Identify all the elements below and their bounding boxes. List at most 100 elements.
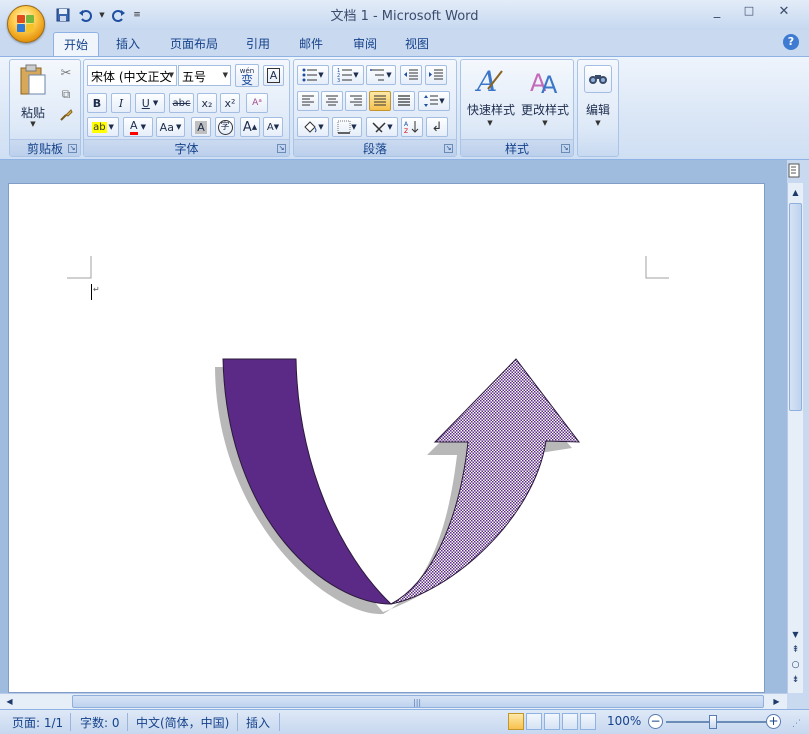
draft-view-button[interactable] — [580, 713, 596, 730]
subscript-button[interactable]: x₂ — [197, 93, 217, 113]
tab-home[interactable]: 开始 — [53, 32, 100, 56]
outline-view-button[interactable] — [562, 713, 578, 730]
tab-insert[interactable]: 插入 — [106, 32, 150, 56]
numbering-button[interactable]: 1 2 3 ▼ — [332, 65, 364, 85]
font-name-combo[interactable]: 宋体 (中文正文 ▼ — [87, 65, 177, 86]
help-icon[interactable]: ? — [783, 34, 799, 50]
tab-view[interactable]: 视图 — [395, 32, 439, 56]
phonetic-guide-button[interactable]: wén 变 — [235, 64, 259, 87]
change-case-icon: Aa — [159, 120, 174, 134]
chinese-layout-button[interactable]: ▼ — [366, 117, 398, 137]
zoom-in-icon[interactable]: + — [766, 714, 781, 729]
change-styles-icon: A A — [530, 69, 558, 97]
scroll-up-icon[interactable]: ▲ — [789, 186, 802, 200]
maximize-button[interactable]: □ — [735, 4, 763, 22]
change-styles-button[interactable]: A A 更改样式 ▼ — [518, 63, 572, 135]
previous-page-icon[interactable]: ⇞ — [789, 643, 802, 657]
svg-text:A: A — [404, 121, 409, 128]
justify-button[interactable] — [369, 91, 391, 111]
change-case-button[interactable]: Aa ▼ — [156, 117, 185, 137]
paragraph-mark-icon: ↲ — [431, 119, 443, 135]
zoom-slider-thumb[interactable] — [709, 715, 717, 729]
character-shading-button[interactable]: A — [191, 117, 211, 137]
status-bar: 页面: 1/1 字数: 0 中文(简体，中国) 插入 100% − + ⋰ — [0, 709, 809, 734]
scroll-right-icon[interactable]: ▶ — [770, 695, 783, 709]
line-spacing-icon — [424, 95, 439, 107]
dialog-launcher-icon[interactable]: ↘ — [444, 144, 453, 153]
zoom-out-icon[interactable]: − — [648, 714, 663, 729]
decrease-indent-button[interactable] — [400, 65, 422, 85]
align-left-button[interactable] — [297, 91, 319, 111]
editing-group: 编辑 ▼ — [577, 59, 619, 157]
font-color-button[interactable]: A ▼ — [123, 117, 153, 137]
tab-references[interactable]: 引用 — [236, 32, 280, 56]
language-indicator[interactable]: 中文(简体，中国) — [136, 714, 229, 731]
bullets-button[interactable]: ▼ — [297, 65, 329, 85]
resize-grip-icon[interactable]: ⋰ — [792, 719, 801, 729]
page-count[interactable]: 页面: 1/1 — [12, 714, 63, 731]
underline-button[interactable]: U ▼ — [135, 93, 165, 113]
align-right-button[interactable] — [345, 91, 367, 111]
cut-button[interactable]: ✂ — [56, 63, 76, 83]
close-button[interactable]: ✕ — [770, 4, 798, 22]
grow-font-icon: A — [242, 119, 252, 135]
copy-button[interactable]: ⧉ — [56, 84, 76, 104]
u-turn-arrow-shape[interactable] — [9, 184, 766, 694]
character-shading-icon: A — [195, 120, 207, 134]
format-painter-button[interactable] — [56, 105, 76, 125]
insert-mode-indicator[interactable]: 插入 — [246, 714, 270, 731]
paste-button[interactable]: 粘贴 ▼ — [14, 64, 52, 132]
ruler-toggle-button[interactable] — [788, 163, 804, 181]
bold-button[interactable]: B — [87, 93, 107, 113]
borders-button[interactable]: ▼ — [332, 117, 362, 137]
line-spacing-button[interactable]: ▼ — [418, 91, 450, 111]
tab-mailings[interactable]: 邮件 — [289, 32, 333, 56]
clear-formatting-button[interactable]: Aᵃ — [246, 93, 268, 113]
chevron-down-icon: ▼ — [542, 119, 548, 127]
dialog-launcher-icon[interactable]: ↘ — [68, 144, 77, 153]
italic-button[interactable]: I — [111, 93, 131, 113]
horizontal-scroll-thumb[interactable]: ||| — [72, 695, 764, 708]
strikethrough-button[interactable]: abc — [169, 93, 194, 113]
tab-page-layout[interactable]: 页面布局 — [160, 32, 228, 56]
tab-review[interactable]: 审阅 — [343, 32, 387, 56]
full-screen-reading-view-button[interactable] — [526, 713, 542, 730]
character-border-button[interactable]: A — [263, 65, 284, 86]
shading-button[interactable]: ▼ — [297, 117, 329, 137]
enclose-characters-button[interactable]: 字 — [215, 117, 235, 137]
vertical-scrollbar[interactable]: ▲ ▼ ⇞ ○ ⇟ — [787, 183, 803, 693]
sort-button[interactable]: AZ — [401, 117, 423, 137]
editing-button[interactable]: 编辑 ▼ — [580, 63, 616, 153]
phonetic-char: 变 — [240, 72, 253, 87]
show-marks-button[interactable]: ↲ — [426, 117, 448, 137]
superscript-button[interactable]: x² — [220, 93, 240, 113]
highlight-button[interactable]: ab ▼ — [87, 117, 119, 137]
document-page[interactable]: ↵ — [8, 183, 765, 693]
chevron-down-icon: ▼ — [353, 71, 359, 79]
print-layout-view-button[interactable] — [508, 713, 524, 730]
scroll-down-icon[interactable]: ▼ — [789, 628, 802, 642]
svg-text:3: 3 — [337, 78, 340, 82]
scroll-left-icon[interactable]: ◀ — [3, 695, 16, 709]
shrink-font-button[interactable]: A ▼ — [263, 117, 283, 137]
increase-indent-button[interactable] — [425, 65, 447, 85]
align-center-button[interactable] — [321, 91, 343, 111]
distributed-button[interactable] — [393, 91, 415, 111]
dialog-launcher-icon[interactable]: ↘ — [277, 144, 286, 153]
grow-font-button[interactable]: A ▲ — [240, 117, 260, 137]
office-button[interactable] — [7, 5, 45, 43]
multilevel-list-button[interactable]: ▼ — [366, 65, 396, 85]
minimize-button[interactable]: _ — [703, 4, 731, 22]
word-count[interactable]: 字数: 0 — [80, 714, 120, 731]
vertical-scroll-thumb[interactable] — [789, 203, 802, 411]
font-size-combo[interactable]: 五号 ▼ — [178, 65, 231, 86]
zoom-level[interactable]: 100% — [607, 714, 641, 728]
brush-icon — [60, 109, 73, 121]
web-layout-view-button[interactable] — [544, 713, 560, 730]
paste-label: 粘贴 — [20, 106, 45, 120]
dialog-launcher-icon[interactable]: ↘ — [561, 144, 570, 153]
horizontal-scrollbar[interactable]: ◀ ||| ▶ — [0, 693, 787, 709]
select-browse-object-icon[interactable]: ○ — [789, 658, 802, 672]
quick-styles-button[interactable]: A 快速样式 ▼ — [464, 63, 516, 135]
next-page-icon[interactable]: ⇟ — [789, 673, 802, 687]
